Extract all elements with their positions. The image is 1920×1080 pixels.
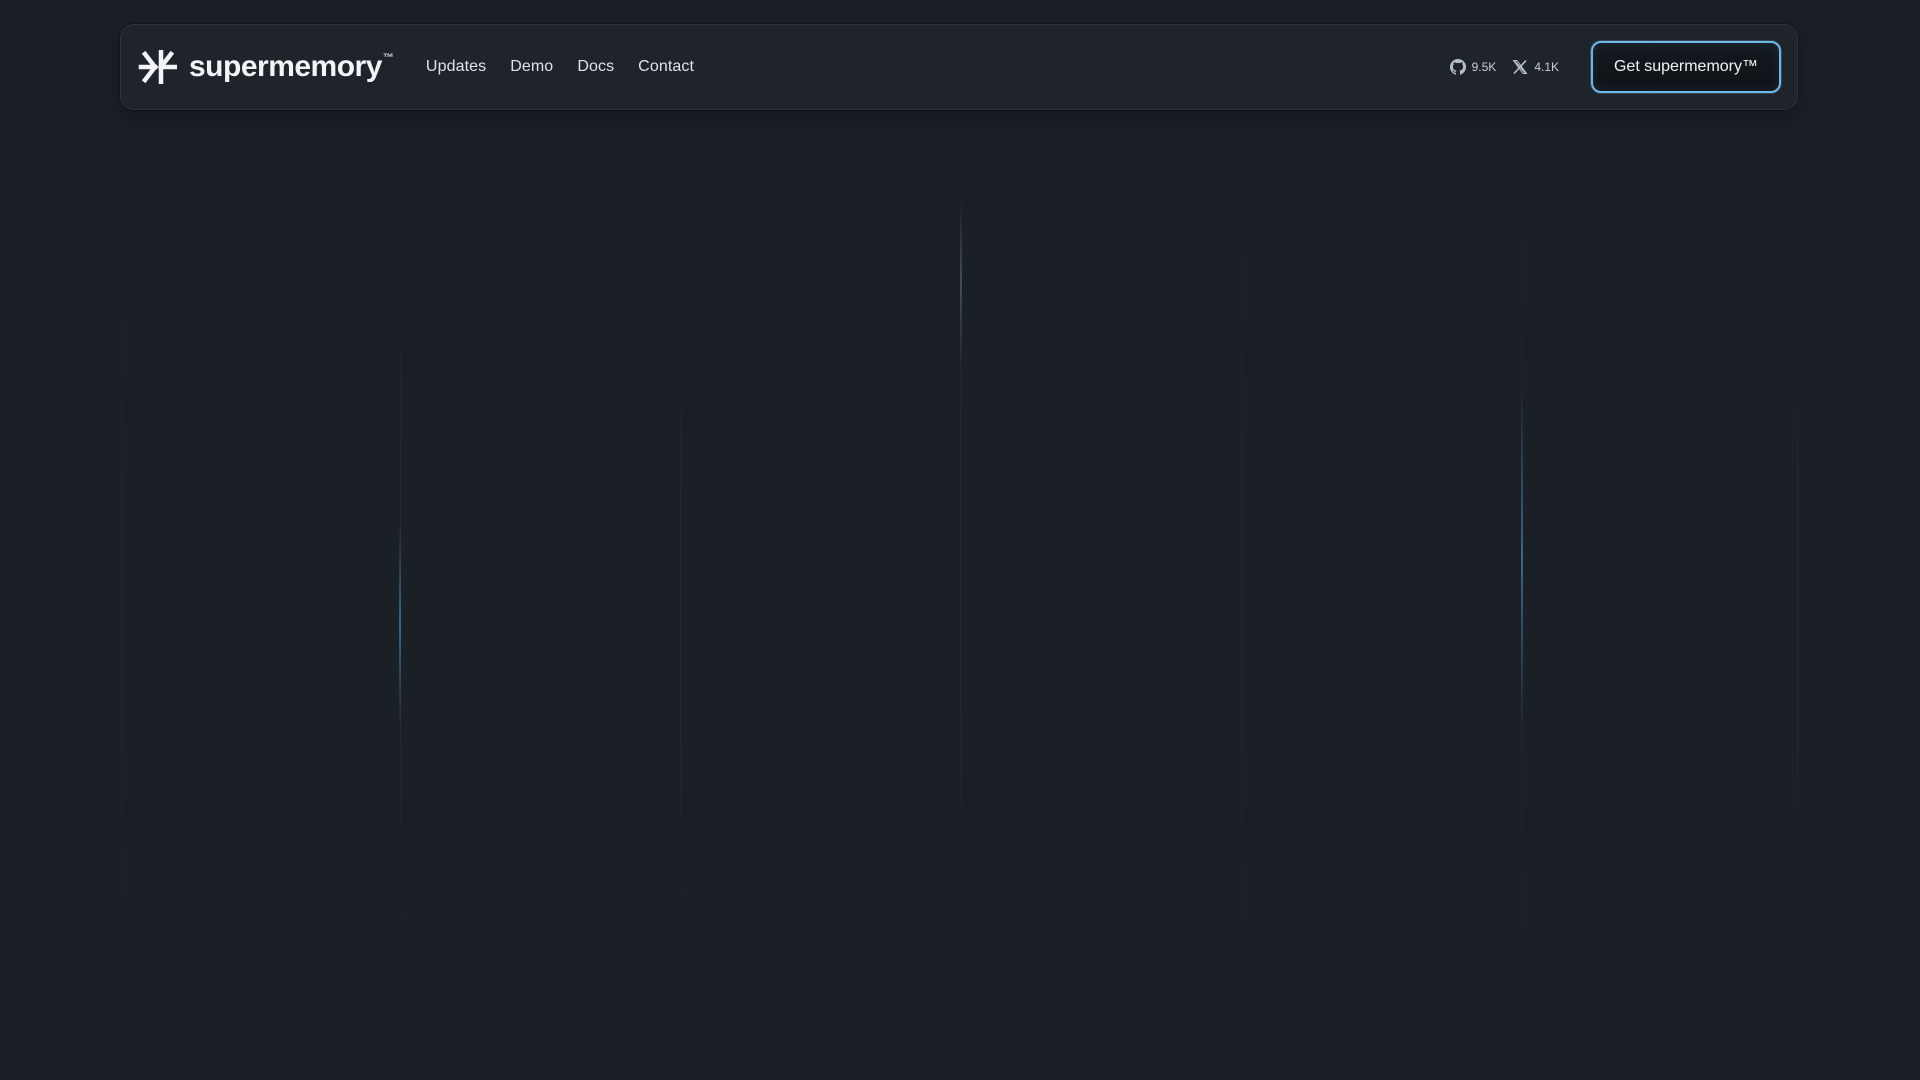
github-stars-link[interactable]: 9.5K — [1449, 59, 1497, 75]
glow-streak — [399, 520, 401, 730]
brand-name: supermemory — [189, 50, 382, 83]
get-supermemory-button[interactable]: Get supermemory™ — [1591, 41, 1781, 93]
github-icon — [1449, 59, 1466, 75]
github-stars-count: 9.5K — [1471, 60, 1497, 74]
x-followers-count: 4.1K — [1534, 60, 1559, 74]
grid-line — [1241, 210, 1242, 970]
top-navbar: supermemory ™ Updates Demo Docs Contact … — [120, 24, 1798, 110]
nav-link-docs[interactable]: Docs — [577, 58, 614, 76]
social-stats: 9.5K 4.1K — [1449, 59, 1559, 75]
brand-home-link[interactable]: supermemory ™ — [137, 50, 394, 84]
x-followers-link[interactable]: 4.1K — [1512, 59, 1559, 75]
x-icon — [1512, 59, 1528, 75]
nav-link-demo[interactable]: Demo — [510, 58, 553, 76]
grid-line — [680, 300, 681, 930]
nav-link-updates[interactable]: Updates — [426, 58, 486, 76]
nav-link-contact[interactable]: Contact — [638, 58, 694, 76]
glow-streak — [1521, 390, 1523, 730]
glow-streak — [960, 200, 962, 370]
grid-line — [121, 280, 122, 940]
trademark-symbol: ™ — [382, 52, 394, 64]
page: supermemory ™ Updates Demo Docs Contact … — [0, 0, 1920, 1080]
main-nav: Updates Demo Docs Contact — [426, 58, 694, 76]
supermemory-logo-icon — [138, 50, 177, 84]
grid-line — [1797, 260, 1798, 960]
